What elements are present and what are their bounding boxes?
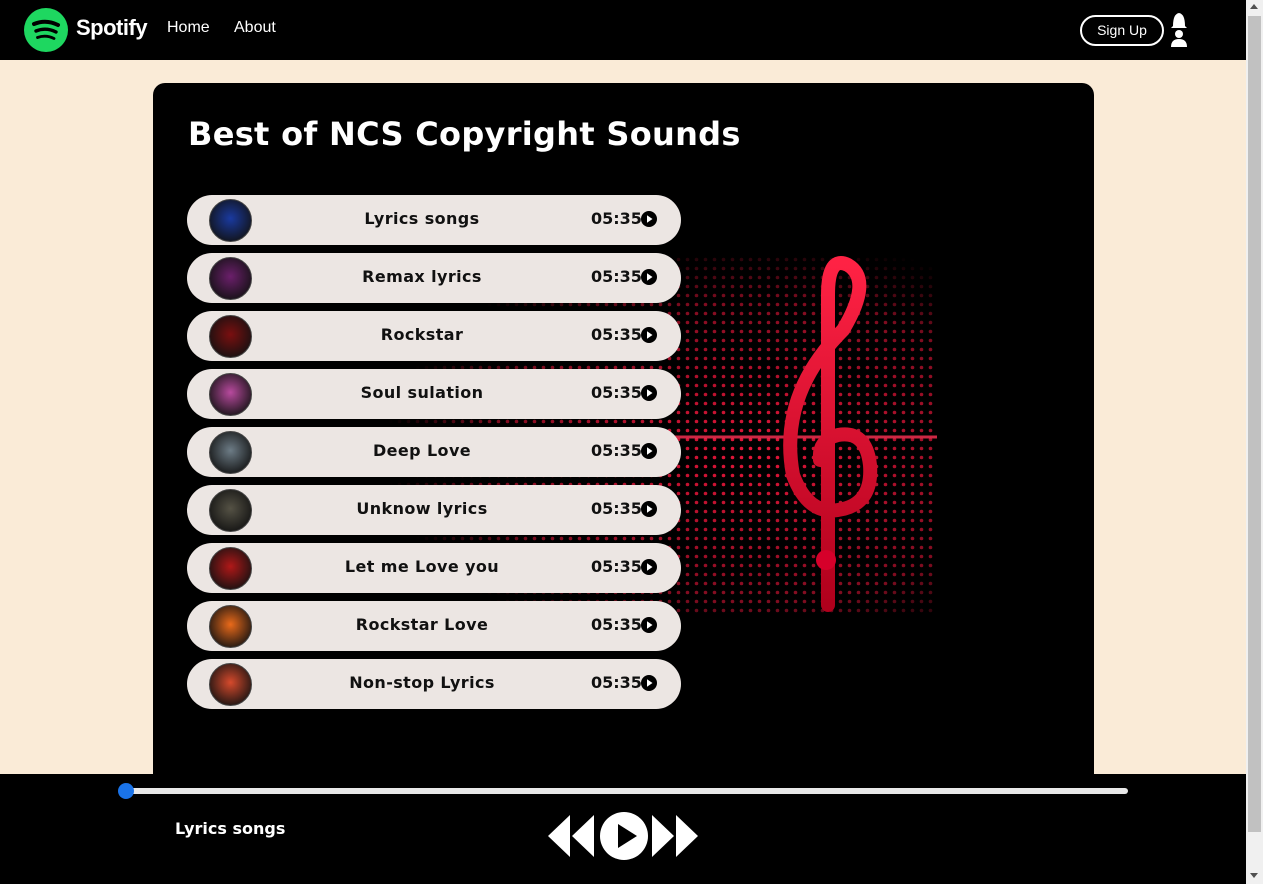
song-row[interactable]: Let me Love you 05:35 (187, 543, 681, 593)
song-cover (209, 489, 252, 532)
song-duration: 05:35 (591, 209, 642, 228)
song-duration: 05:35 (591, 267, 642, 286)
song-title: Let me Love you (344, 557, 500, 576)
song-duration: 05:35 (591, 499, 642, 518)
user-icon[interactable] (1170, 12, 1188, 48)
song-duration: 05:35 (591, 325, 642, 344)
song-row[interactable]: Lyrics songs 05:35 (187, 195, 681, 245)
song-duration: 05:35 (591, 615, 642, 634)
playlist-title: Best of NCS Copyright Sounds (188, 115, 741, 153)
song-title: Lyrics songs (364, 209, 480, 228)
sign-up-button[interactable]: Sign Up (1080, 15, 1164, 46)
song-title: Rockstar Love (355, 615, 489, 634)
playlist-panel: Best of NCS Copyright Sounds Lyrics song… (153, 83, 1094, 803)
song-row[interactable]: Deep Love 05:35 (187, 427, 681, 477)
player-bar: Lyrics songs (0, 774, 1246, 884)
play-circle-icon[interactable] (641, 327, 657, 343)
play-circle-icon[interactable] (641, 385, 657, 401)
song-row[interactable]: Non-stop Lyrics 05:35 (187, 659, 681, 709)
now-playing-title: Lyrics songs (175, 819, 286, 838)
song-row[interactable]: Rockstar Love 05:35 (187, 601, 681, 651)
scroll-down-icon[interactable] (1250, 873, 1258, 878)
song-title: Rockstar (380, 325, 464, 344)
song-cover (209, 605, 252, 648)
song-list: Lyrics songs 05:35 Remax lyrics 05:35 Rockst… (187, 195, 681, 717)
play-icon[interactable] (600, 812, 648, 860)
spotify-logo-icon[interactable] (24, 8, 68, 52)
song-title: Soul sulation (360, 383, 484, 402)
song-cover (209, 257, 252, 300)
progress-knob[interactable] (118, 783, 134, 799)
play-circle-icon[interactable] (641, 617, 657, 633)
nav-about-link[interactable]: About (234, 19, 276, 37)
song-duration: 05:35 (591, 383, 642, 402)
song-duration: 05:35 (591, 673, 642, 692)
song-cover (209, 663, 252, 706)
scroll-up-icon[interactable] (1250, 4, 1258, 9)
song-row[interactable]: Unknow lyrics 05:35 (187, 485, 681, 535)
scroll-thumb[interactable] (1248, 16, 1261, 832)
nav-home-link[interactable]: Home (167, 19, 210, 37)
page-scrollbar[interactable] (1246, 0, 1263, 884)
navbar: Spotify Home About Sign Up (0, 0, 1246, 60)
song-row[interactable]: Rockstar 05:35 (187, 311, 681, 361)
song-cover (209, 547, 252, 590)
play-circle-icon[interactable] (641, 501, 657, 517)
song-title: Deep Love (372, 441, 472, 460)
play-circle-icon[interactable] (641, 559, 657, 575)
song-cover (209, 373, 252, 416)
song-row[interactable]: Remax lyrics 05:35 (187, 253, 681, 303)
play-circle-icon[interactable] (641, 443, 657, 459)
song-cover (209, 315, 252, 358)
next-icon[interactable] (652, 815, 698, 857)
player-controls (548, 812, 698, 860)
song-title: Remax lyrics (362, 267, 482, 286)
song-row[interactable]: Soul sulation 05:35 (187, 369, 681, 419)
previous-icon[interactable] (548, 815, 594, 857)
progress-track[interactable] (125, 788, 1128, 794)
song-cover (209, 431, 252, 474)
play-circle-icon[interactable] (641, 269, 657, 285)
song-cover (209, 199, 252, 242)
song-title: Non-stop Lyrics (349, 673, 495, 692)
brand-name[interactable]: Spotify (76, 15, 148, 41)
song-duration: 05:35 (591, 557, 642, 576)
song-duration: 05:35 (591, 441, 642, 460)
play-circle-icon[interactable] (641, 211, 657, 227)
song-title: Unknow lyrics (356, 499, 488, 518)
play-circle-icon[interactable] (641, 675, 657, 691)
